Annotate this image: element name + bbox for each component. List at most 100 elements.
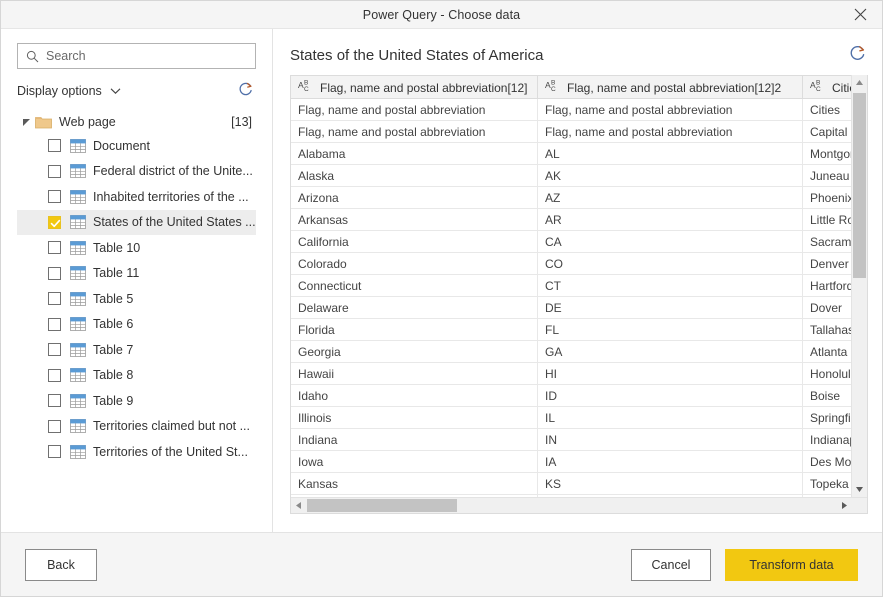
- table-cell: Tallahassee: [802, 318, 851, 341]
- tree-item[interactable]: Federal district of the Unite...: [17, 159, 256, 185]
- table-grid-icon: [70, 368, 86, 383]
- folder-icon: [35, 115, 52, 129]
- close-button[interactable]: [838, 1, 882, 28]
- table-row: IowaIADes Moines: [291, 450, 851, 473]
- checkbox-unchecked[interactable]: [48, 241, 61, 255]
- column-header[interactable]: A B C Flag, name and postal abbreviation[12…: [291, 75, 538, 99]
- table-row: Alaska AK Juneau: [291, 164, 851, 187]
- column-header[interactable]: A B C Flag, name and postal abbreviation[12…: [537, 75, 803, 99]
- triangle-expanded-icon[interactable]: [19, 118, 33, 127]
- tree-item-label: Territories claimed but not ...: [93, 419, 251, 434]
- table-cell: CO: [537, 252, 803, 275]
- tree-item[interactable]: Territories claimed but not ...: [17, 414, 256, 440]
- display-options-dropdown[interactable]: Display options: [17, 84, 121, 98]
- table-cell: ID: [537, 384, 803, 407]
- checkbox-unchecked[interactable]: [48, 266, 61, 280]
- table-cell: Dover: [802, 296, 851, 319]
- table-grid-icon: [70, 342, 86, 357]
- abc-text-type-icon: ABC: [298, 80, 320, 95]
- refresh-preview-button[interactable]: [846, 44, 868, 66]
- table-cell: Delaware: [291, 296, 538, 319]
- table-grid-icon: [70, 291, 86, 306]
- table-cell: Iowa: [291, 450, 538, 473]
- tree-item[interactable]: Table 5: [17, 286, 256, 312]
- tree-item[interactable]: Document: [17, 133, 256, 159]
- preview-title: States of the United States of America: [290, 46, 544, 64]
- table-cell: Kansas: [291, 472, 538, 495]
- window-title: Power Query - Choose data: [362, 7, 521, 22]
- table-cell: Georgia: [291, 340, 538, 363]
- display-options-label: Display options: [17, 84, 102, 98]
- table-cell: Colorado: [291, 252, 538, 275]
- table-cell: CT: [537, 274, 803, 297]
- table-cell: Springfield: [802, 406, 851, 429]
- search-input[interactable]: [46, 49, 236, 63]
- search-icon: [26, 50, 39, 63]
- scroll-up-arrow[interactable]: [852, 75, 867, 90]
- table-cell: AZ: [537, 186, 803, 209]
- checkbox-unchecked[interactable]: [48, 368, 61, 382]
- tree-item-label: Table 5: [93, 291, 134, 306]
- table-row: HawaiiHIHonolulu: [291, 362, 851, 385]
- tree-item[interactable]: Table 6: [17, 312, 256, 338]
- table-cell: AR: [537, 208, 803, 231]
- checkbox-unchecked[interactable]: [48, 445, 61, 459]
- search-box[interactable]: [17, 43, 256, 69]
- chevron-down-icon: [110, 87, 121, 95]
- tree-item-label: Territories of the United St...: [93, 444, 248, 459]
- table-cell: Hartford: [802, 274, 851, 297]
- table-grid-icon: [70, 444, 86, 459]
- table-body: Flag, name and postal abbreviation Flag, …: [291, 98, 851, 497]
- horizontal-scrollbar-thumb[interactable]: [307, 499, 457, 512]
- horizontal-scrollbar[interactable]: [291, 497, 867, 513]
- table-cell: California: [291, 230, 538, 253]
- tree-item-label: Federal district of the Unite...: [93, 164, 253, 179]
- table-cell: Connecticut: [291, 274, 538, 297]
- table-row: Flag, name and postal abbreviation Flag, …: [291, 98, 851, 121]
- checkbox-unchecked[interactable]: [48, 164, 61, 178]
- column-header[interactable]: ABCCities Capital: [802, 75, 851, 99]
- checkbox-unchecked[interactable]: [48, 343, 61, 357]
- scroll-down-arrow[interactable]: [852, 482, 867, 497]
- table-row: ArkansasARLittle Rock: [291, 208, 851, 231]
- table-grid-icon: [70, 317, 86, 332]
- refresh-navigator-button[interactable]: [234, 80, 256, 102]
- cancel-button[interactable]: Cancel: [631, 548, 711, 581]
- table-row: Delaware DE Dover: [291, 296, 851, 319]
- table-cell: Atlanta: [802, 340, 851, 363]
- tree-item[interactable]: Table 8: [17, 363, 256, 389]
- scroll-right-arrow[interactable]: [837, 501, 852, 510]
- back-button[interactable]: Back: [25, 548, 97, 581]
- checkbox-unchecked[interactable]: [48, 317, 61, 331]
- tree-item[interactable]: Table 9: [17, 388, 256, 414]
- tree-item-label: Document: [93, 138, 150, 153]
- preview-header: States of the United States of America: [290, 41, 868, 69]
- navigator-pane: Display options: [1, 29, 273, 532]
- vertical-scrollbar-thumb[interactable]: [853, 93, 866, 278]
- tree-item[interactable]: Table 11: [17, 261, 256, 287]
- tree-item[interactable]: States of the United States ...: [17, 209, 256, 235]
- checkbox-unchecked[interactable]: [48, 190, 61, 204]
- tree-item[interactable]: Table 7: [17, 337, 256, 363]
- checkbox-unchecked[interactable]: [48, 292, 61, 306]
- tree-item[interactable]: Territories of the United St...: [17, 439, 256, 465]
- table-cell: Flag, name and postal abbreviation: [537, 120, 803, 143]
- vertical-scrollbar[interactable]: [851, 75, 867, 497]
- table-grid-icon: [70, 240, 86, 255]
- table-cell: Illinois: [291, 406, 538, 429]
- checkbox-unchecked[interactable]: [48, 394, 61, 408]
- checkbox-unchecked[interactable]: [48, 419, 61, 433]
- tree-item[interactable]: Table 10: [17, 235, 256, 261]
- table-cell: Flag, name and postal abbreviation: [537, 98, 803, 121]
- column-header-label: Flag, name and postal abbreviation[12]: [320, 81, 528, 95]
- checkbox-unchecked[interactable]: [48, 139, 61, 153]
- transform-data-button[interactable]: Transform data: [725, 548, 858, 581]
- tree-root-web-page[interactable]: Web page [13]: [17, 111, 256, 133]
- table-row: IllinoisILSpringfield: [291, 406, 851, 429]
- table-cell: AK: [537, 164, 803, 187]
- tree-item[interactable]: Inhabited territories of the ...: [17, 184, 256, 210]
- table-cell: KS: [537, 472, 803, 495]
- data-preview-table-container: A B C Flag, name and postal abbreviation[12…: [290, 75, 868, 514]
- scroll-left-arrow[interactable]: [291, 501, 306, 510]
- checkbox-checked[interactable]: [48, 215, 61, 229]
